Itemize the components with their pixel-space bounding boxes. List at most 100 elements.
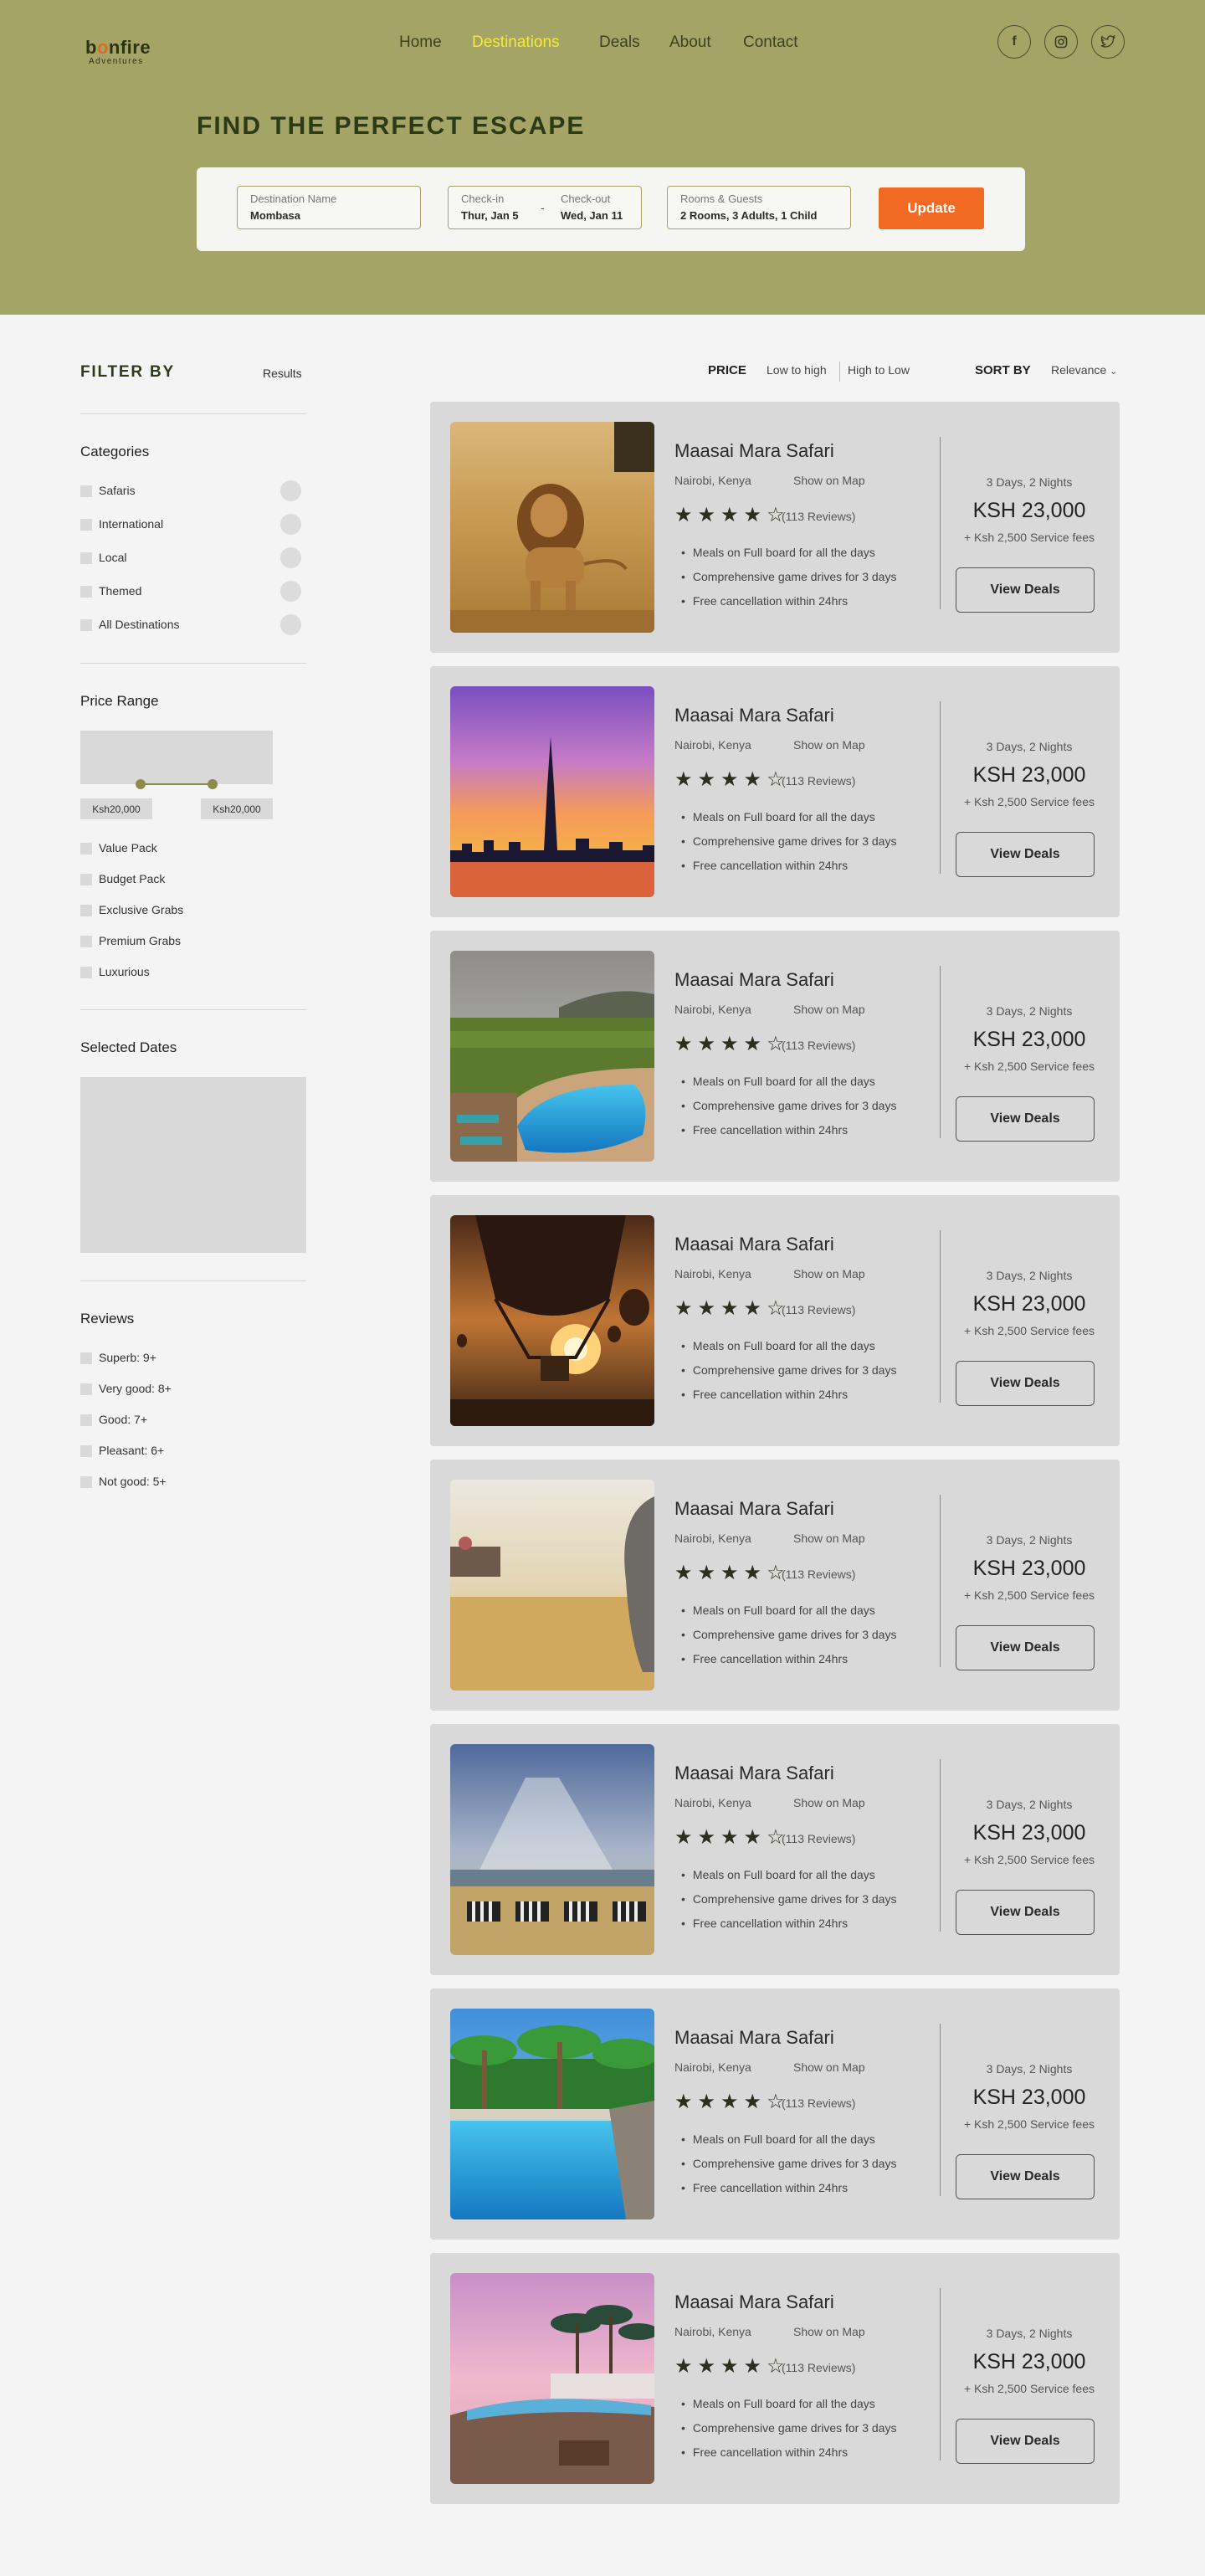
category-option[interactable]: International <box>80 514 301 535</box>
checkbox[interactable] <box>80 1445 92 1457</box>
relevance-dropdown[interactable]: Relevance ⌄ <box>1051 363 1117 377</box>
logo-wordmark: bonfire <box>85 37 151 58</box>
card-title[interactable]: Maasai Mara Safari <box>674 2291 834 2313</box>
results-label: Results <box>263 367 302 380</box>
checkbox[interactable] <box>80 485 92 497</box>
show-on-map-link[interactable]: Show on Map <box>793 1796 865 1809</box>
date-picker[interactable] <box>80 1077 306 1253</box>
option-label: Safaris <box>99 484 136 497</box>
twitter-icon[interactable] <box>1091 25 1125 59</box>
card-title[interactable]: Maasai Mara Safari <box>674 440 834 462</box>
view-deals-button[interactable]: View Deals <box>956 2419 1095 2464</box>
review-option[interactable]: Very good: 8+ <box>80 1380 301 1398</box>
card-title[interactable]: Maasai Mara Safari <box>674 1234 834 1255</box>
card-title[interactable]: Maasai Mara Safari <box>674 969 834 991</box>
palm-pool-resort-photo[interactable] <box>450 2009 654 2219</box>
checkbox[interactable] <box>80 619 92 631</box>
pack-option[interactable]: Budget Pack <box>80 870 301 889</box>
facebook-icon[interactable]: f <box>997 25 1031 59</box>
nav-destinations[interactable]: Destinations <box>472 33 560 57</box>
lion-photo[interactable] <box>450 422 654 633</box>
checkbox[interactable] <box>80 1414 92 1426</box>
card-title[interactable]: Maasai Mara Safari <box>674 1763 834 1784</box>
rating-stars: ★ ★ ★ ★ ☆ <box>674 1563 790 1583</box>
category-option[interactable]: All Destinations <box>80 614 301 635</box>
checkbox[interactable] <box>80 519 92 531</box>
card-title[interactable]: Maasai Mara Safari <box>674 705 834 726</box>
elephant-grassland-photo[interactable] <box>450 1480 654 1691</box>
category-option[interactable]: Local <box>80 547 301 568</box>
price-slider-max-handle[interactable] <box>208 779 218 789</box>
update-button[interactable]: Update <box>879 187 984 229</box>
checkbox[interactable] <box>80 1383 92 1395</box>
checkbox[interactable] <box>80 936 92 947</box>
show-on-map-link[interactable]: Show on Map <box>793 1267 865 1280</box>
checkbox[interactable] <box>80 967 92 978</box>
zebras-sunrays-photo[interactable] <box>450 1744 654 1955</box>
show-on-map-link[interactable]: Show on Map <box>793 2060 865 2074</box>
card-service-fee: + Ksh 2,500 Service fees <box>963 1853 1095 1866</box>
price-slider-min-handle[interactable] <box>136 779 146 789</box>
rooms-guests-field[interactable]: Rooms & Guests 2 Rooms, 3 Adults, 1 Chil… <box>667 186 851 229</box>
sort-high-to-low[interactable]: High to Low <box>848 363 910 377</box>
checkbox[interactable] <box>80 843 92 854</box>
checkbox[interactable] <box>80 1476 92 1488</box>
date-range-field[interactable]: Check-in Thur, Jan 5 - Check-out Wed, Ja… <box>448 186 642 229</box>
sort-low-to-high[interactable]: Low to high <box>767 363 827 377</box>
category-option[interactable]: Themed <box>80 581 301 602</box>
pack-option[interactable]: Value Pack <box>80 839 301 858</box>
review-option[interactable]: Good: 7+ <box>80 1411 301 1429</box>
pack-option[interactable]: Premium Grabs <box>80 932 301 951</box>
view-deals-button[interactable]: View Deals <box>956 567 1095 613</box>
view-deals-button[interactable]: View Deals <box>956 1096 1095 1142</box>
checkbox[interactable] <box>80 905 92 916</box>
card-title[interactable]: Maasai Mara Safari <box>674 2027 834 2049</box>
checkbox[interactable] <box>80 586 92 598</box>
option-label: Local <box>99 551 127 564</box>
photo-art <box>450 1480 654 1691</box>
reviews-heading: Reviews <box>80 1311 135 1326</box>
destination-field[interactable]: Destination Name Mombasa <box>237 186 421 229</box>
pack-option[interactable]: Luxurious <box>80 963 301 982</box>
instagram-icon[interactable] <box>1044 25 1078 59</box>
card-title[interactable]: Maasai Mara Safari <box>674 1498 834 1520</box>
page-title: FIND THE PERFECT ESCAPE <box>197 112 586 140</box>
card-duration: 3 Days, 2 Nights <box>986 740 1073 753</box>
review-option[interactable]: Superb: 9+ <box>80 1349 301 1368</box>
option-label: Very good: 8+ <box>99 1382 172 1395</box>
view-deals-button[interactable]: View Deals <box>956 832 1095 877</box>
divider <box>940 701 941 874</box>
option-label: Premium Grabs <box>99 934 182 947</box>
show-on-map-link[interactable]: Show on Map <box>793 2325 865 2338</box>
resort-pool-savanna-photo[interactable] <box>450 951 654 1162</box>
nav-deals[interactable]: Deals <box>599 33 640 57</box>
checkbox[interactable] <box>80 1352 92 1364</box>
nav-home[interactable]: Home <box>399 33 442 57</box>
view-deals-button[interactable]: View Deals <box>956 1890 1095 1935</box>
nav-contact[interactable]: Contact <box>743 33 797 57</box>
view-deals-button[interactable]: View Deals <box>956 2154 1095 2199</box>
show-on-map-link[interactable]: Show on Map <box>793 474 865 487</box>
feature-item: Comprehensive game drives for 3 days <box>681 1628 897 1641</box>
checkbox[interactable] <box>80 552 92 564</box>
card-price: KSH 23,000 <box>972 2350 1086 2373</box>
logo[interactable]: bonfire Adventures <box>85 32 161 67</box>
category-option[interactable]: Safaris <box>80 480 301 501</box>
divider <box>940 2024 941 2196</box>
view-deals-button[interactable]: View Deals <box>956 1625 1095 1670</box>
beach-resort-dusk-photo[interactable] <box>450 2273 654 2484</box>
rating-stars: ★ ★ ★ ★ ☆ <box>674 1034 790 1055</box>
feature-item: Free cancellation within 24hrs <box>681 1388 848 1401</box>
show-on-map-link[interactable]: Show on Map <box>793 1532 865 1545</box>
hot-air-balloon-photo[interactable] <box>450 1215 654 1426</box>
show-on-map-link[interactable]: Show on Map <box>793 1003 865 1016</box>
view-deals-button[interactable]: View Deals <box>956 1361 1095 1406</box>
nav-about[interactable]: About <box>669 33 711 57</box>
checkbox[interactable] <box>80 874 92 885</box>
review-option[interactable]: Pleasant: 6+ <box>80 1442 301 1460</box>
feature-item: Free cancellation within 24hrs <box>681 1123 848 1137</box>
review-option[interactable]: Not good: 5+ <box>80 1473 301 1491</box>
city-skyline-sunset-photo[interactable] <box>450 686 654 897</box>
show-on-map-link[interactable]: Show on Map <box>793 738 865 752</box>
pack-option[interactable]: Exclusive Grabs <box>80 901 301 920</box>
